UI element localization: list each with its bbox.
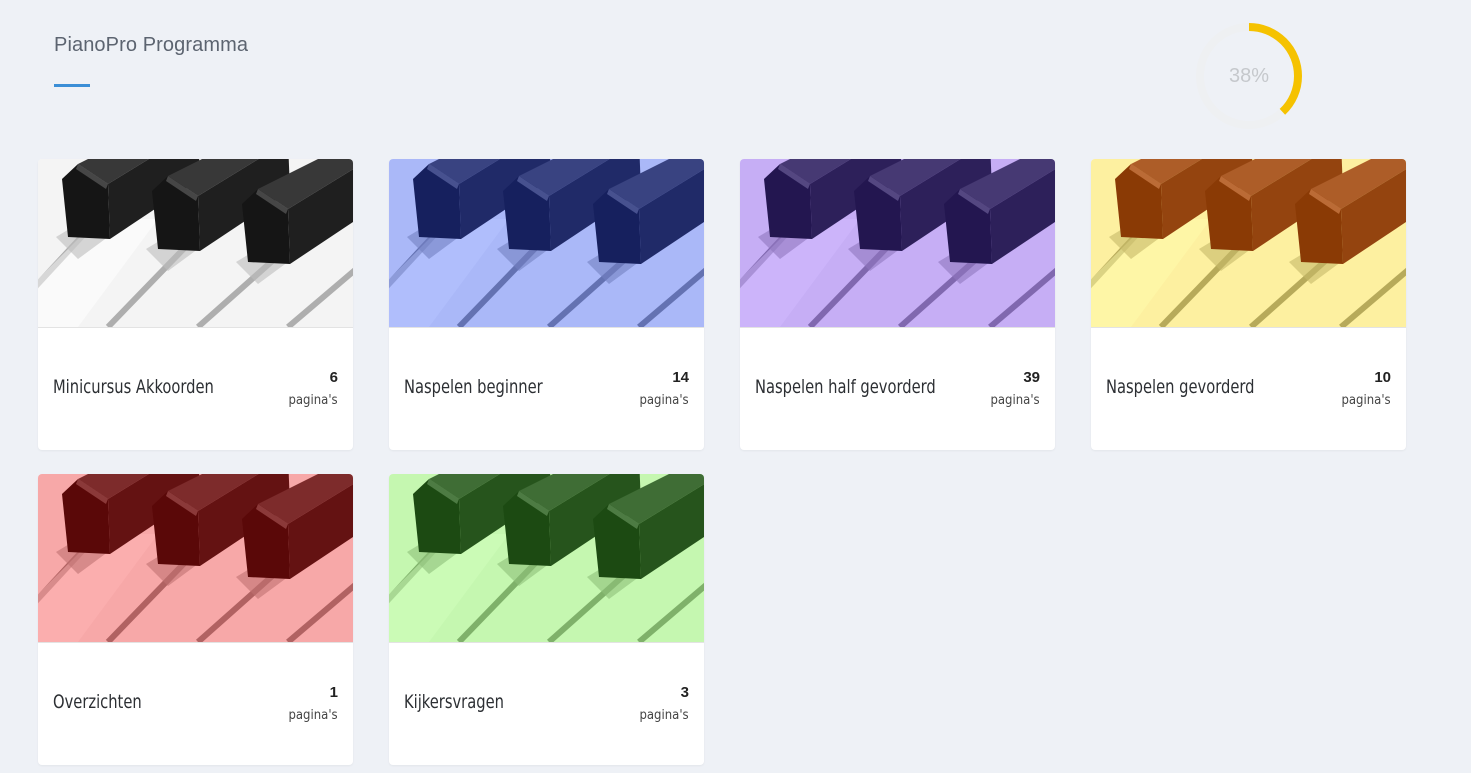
course-card-kijkersvragen[interactable]: Kijkersvragen 3 pagina's <box>389 474 704 765</box>
page-count: 3 <box>680 684 689 701</box>
piano-keys-graphic <box>740 159 1055 327</box>
page-title: PianoPro Programma <box>54 34 249 56</box>
piano-keys-image <box>389 159 704 328</box>
page-count: 1 <box>329 684 338 701</box>
piano-keys-image <box>389 474 704 643</box>
piano-keys-image <box>38 159 353 328</box>
page: PianoPro Programma 38% Minicursus Akkoor… <box>0 0 1471 773</box>
course-card-minicursus-akkoorden[interactable]: Minicursus Akkoorden 6 pagina's <box>38 159 353 450</box>
progress-ring: 38% <box>1194 21 1304 131</box>
page-count-unit: pagina's <box>288 708 338 723</box>
piano-keys-graphic <box>38 159 353 327</box>
course-card-naspelen-beginner[interactable]: Naspelen beginner 14 pagina's <box>389 159 704 450</box>
page-count-unit: pagina's <box>639 708 689 723</box>
page-count: 14 <box>672 369 689 386</box>
card-title: Naspelen beginner <box>404 376 543 398</box>
page-count: 6 <box>329 369 338 386</box>
card-title: Naspelen gevorderd <box>1106 376 1255 398</box>
piano-keys-graphic <box>38 474 353 642</box>
course-card-naspelen-half-gevorderd[interactable]: Naspelen half gevorderd 39 pagina's <box>740 159 1055 450</box>
page-count-unit: pagina's <box>288 393 338 408</box>
card-title: Naspelen half gevorderd <box>755 376 936 398</box>
course-card-naspelen-gevorderd[interactable]: Naspelen gevorderd 10 pagina's <box>1091 159 1406 450</box>
page-count-unit: pagina's <box>1341 393 1391 408</box>
piano-keys-graphic <box>1091 159 1406 327</box>
page-count-unit: pagina's <box>990 393 1040 408</box>
page-count-unit: pagina's <box>639 393 689 408</box>
piano-keys-image <box>740 159 1055 328</box>
card-title: Kijkersvragen <box>404 691 504 713</box>
piano-keys-image <box>1091 159 1406 328</box>
progress-percent: 38% <box>1228 65 1270 87</box>
piano-keys-graphic <box>389 474 704 642</box>
course-card-overzichten[interactable]: Overzichten 1 pagina's <box>38 474 353 765</box>
piano-keys-graphic <box>389 159 704 327</box>
page-count: 39 <box>1023 369 1040 386</box>
title-underline <box>54 84 90 87</box>
page-count: 10 <box>1374 369 1391 386</box>
card-title: Minicursus Akkoorden <box>53 376 214 398</box>
piano-keys-image <box>38 474 353 643</box>
card-title: Overzichten <box>53 691 142 713</box>
